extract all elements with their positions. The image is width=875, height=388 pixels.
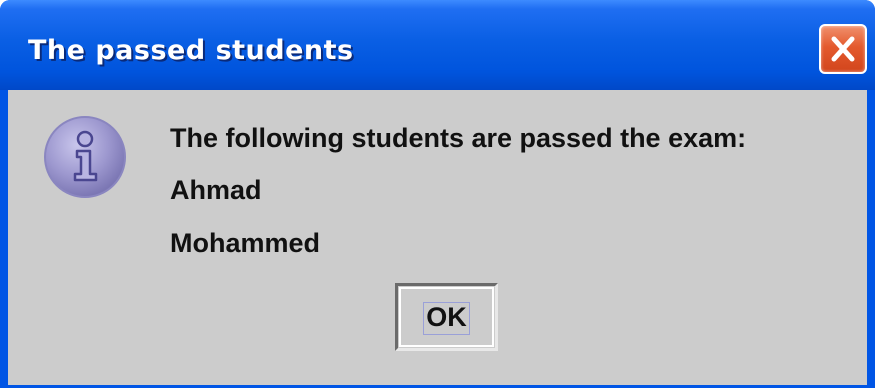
message-heading: The following students are passed the ex…: [170, 123, 747, 153]
window-title: The passed students: [28, 35, 354, 66]
student-name: Ahmad: [170, 175, 262, 205]
ok-button[interactable]: OK: [395, 283, 498, 351]
student-name: Mohammed: [170, 228, 321, 258]
close-button[interactable]: [819, 24, 867, 74]
title-bar[interactable]: The passed students: [0, 0, 875, 90]
ok-button-label: OK: [426, 302, 467, 332]
info-icon: [44, 116, 126, 198]
close-icon: [831, 36, 855, 62]
dialog-window: The passed students The following studen…: [0, 0, 875, 388]
